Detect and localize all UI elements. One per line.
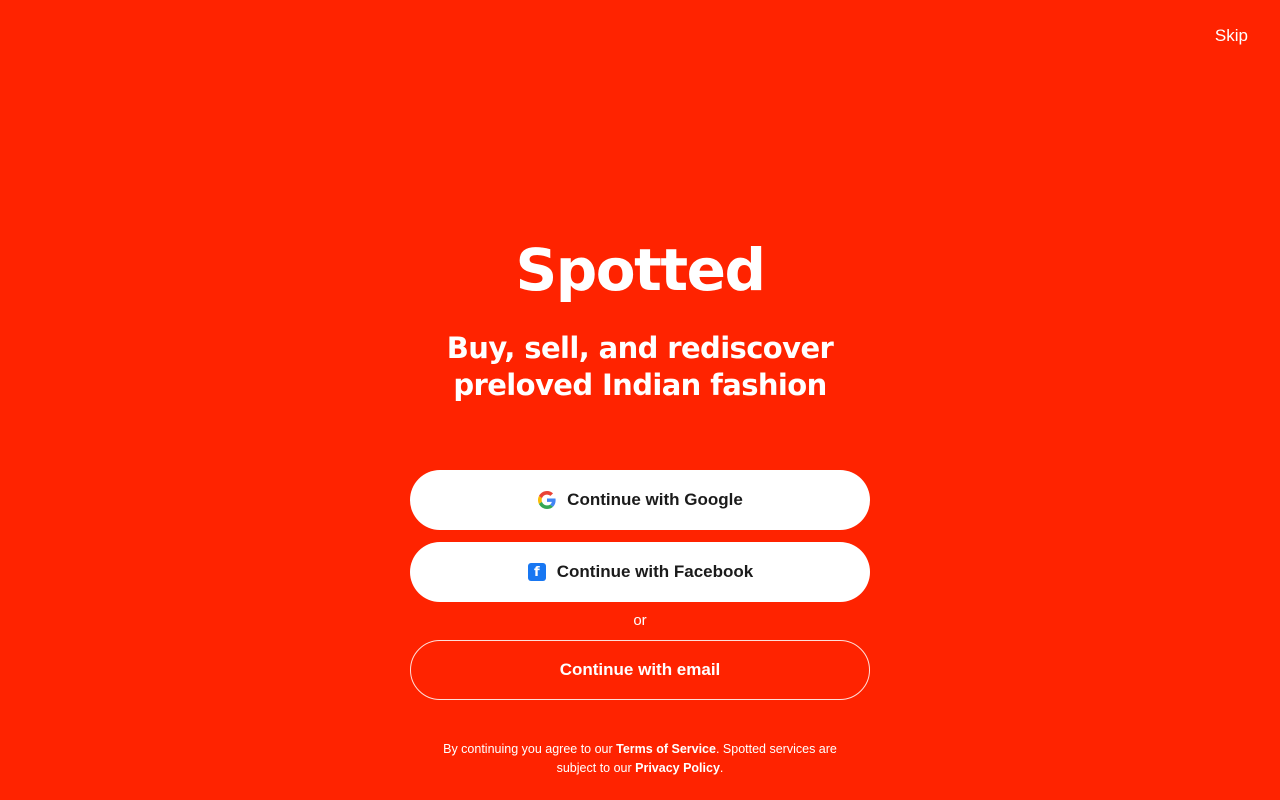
tagline: Buy, sell, and rediscover preloved India… <box>446 331 834 402</box>
facebook-button-label: Continue with Facebook <box>556 562 754 581</box>
terms-of-service-link[interactable]: Terms of Service <box>616 742 716 756</box>
legal-text: . <box>719 761 724 775</box>
continue-with-email-button[interactable]: Continue with email <box>410 640 870 700</box>
legal-text: By continuing you agree to our <box>443 742 617 756</box>
google-button-label: Continue with Google <box>567 490 743 509</box>
facebook-logo-icon: f <box>527 562 547 582</box>
continue-with-facebook-button[interactable]: f Continue with Facebook <box>410 542 870 602</box>
legal-notice: By continuing you agree to our Terms of … <box>430 740 850 778</box>
continue-with-google-button[interactable]: Continue with Google <box>410 470 870 530</box>
or-divider: or <box>633 612 647 629</box>
brand-title: Spotted <box>515 236 766 304</box>
google-logo-icon <box>537 490 557 510</box>
privacy-policy-link[interactable]: Privacy Policy <box>635 761 720 775</box>
onboarding-panel: Spotted Buy, sell, and rediscover prelov… <box>0 236 1280 778</box>
skip-link[interactable]: Skip <box>1215 26 1248 46</box>
email-button-label: Continue with email <box>559 660 721 679</box>
